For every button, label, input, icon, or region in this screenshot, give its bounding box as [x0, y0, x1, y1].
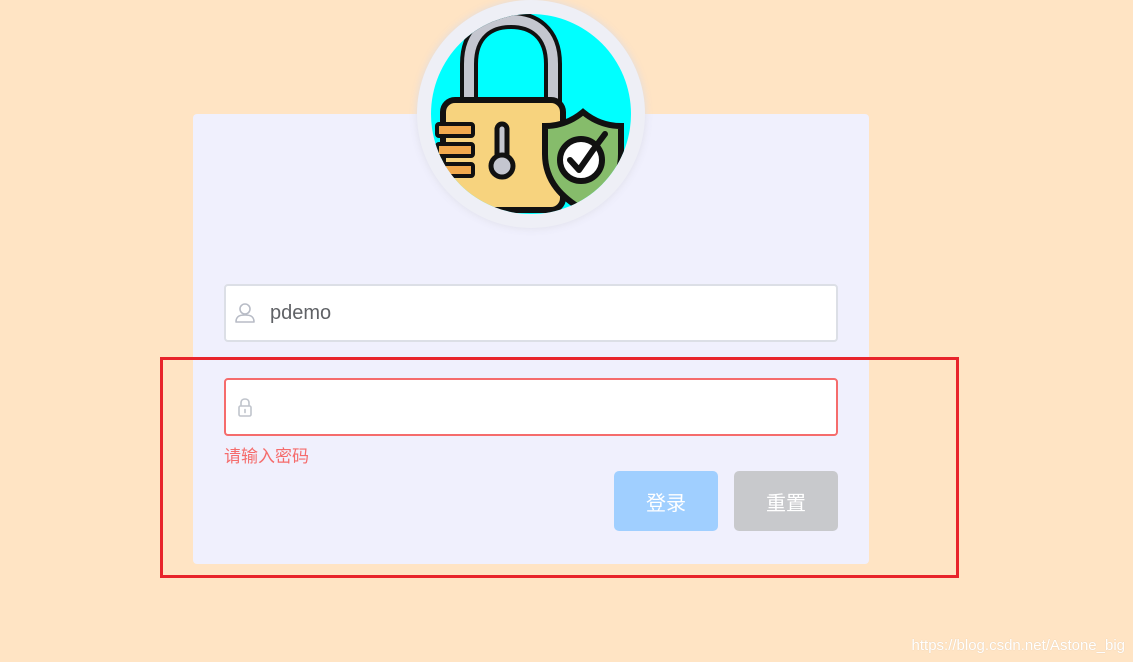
username-input[interactable]: [270, 286, 826, 340]
username-field[interactable]: [224, 284, 838, 342]
watermark: https://blog.csdn.net/Astone_big: [911, 637, 1125, 654]
user-icon: [234, 302, 256, 324]
avatar: [417, 0, 645, 228]
highlight-annotation-box: [160, 357, 959, 578]
padlock-shield-icon: [431, 14, 631, 214]
